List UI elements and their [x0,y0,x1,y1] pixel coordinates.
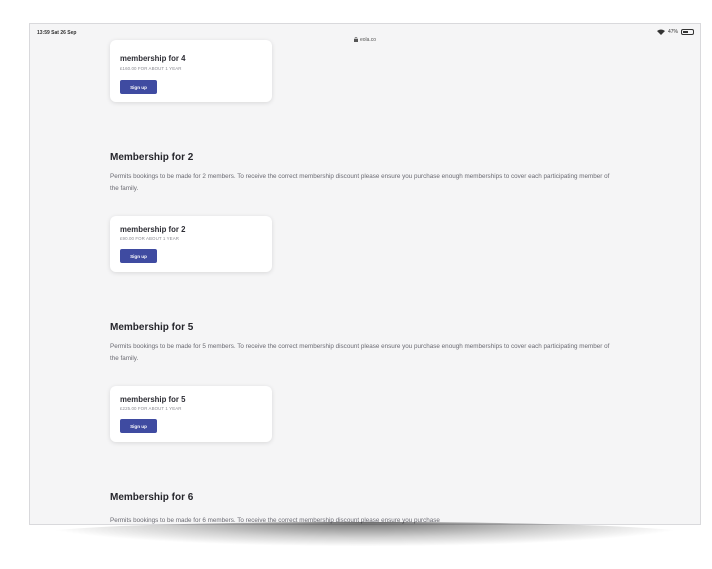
membership-section: Membership for 2 Permits bookings to be … [110,152,610,194]
section-description: Permits bookings to be made for 2 member… [110,173,610,192]
card-price: £160.00 FOR ABOUT 1 YEAR [120,66,182,71]
url-text: eola.co [359,37,377,43]
membership-card: membership for 2 £90.00 FOR ABOUT 1 YEAR… [110,216,272,272]
section-title: Membership for 6 [110,492,194,503]
section-description: Permits bookings to be made for 5 member… [110,343,610,362]
card-title: membership for 5 [120,395,186,404]
section-title: Membership for 5 [110,322,194,333]
section-title: Membership for 2 [110,152,194,163]
status-indicators: 47% [656,29,694,35]
sign-up-button[interactable]: Sign up [120,249,157,263]
sign-up-button[interactable]: Sign up [120,419,157,433]
battery-icon [681,29,694,35]
status-time: 13:59 Sat 26 Sep [37,30,77,36]
membership-section: Membership for 5 Permits bookings to be … [110,322,610,364]
card-price: £225.00 FOR ABOUT 1 YEAR [120,406,182,411]
card-title: membership for 4 [120,54,186,63]
membership-card: membership for 4 £160.00 FOR ABOUT 1 YEA… [110,40,272,102]
ipad-screen: 13:59 Sat 26 Sep eola.co 47% membership … [30,24,700,524]
card-price: £90.00 FOR ABOUT 1 YEAR [120,236,179,241]
battery-percent: 47% [667,29,678,35]
membership-card: membership for 5 £225.00 FOR ABOUT 1 YEA… [110,386,272,442]
card-title: membership for 2 [120,225,186,234]
membership-section: Membership for 6 Permits bookings to be … [110,492,610,524]
lock-icon [353,37,358,42]
device-shadow [40,522,690,546]
sign-up-button[interactable]: Sign up [120,80,157,94]
wifi-icon [656,29,665,35]
